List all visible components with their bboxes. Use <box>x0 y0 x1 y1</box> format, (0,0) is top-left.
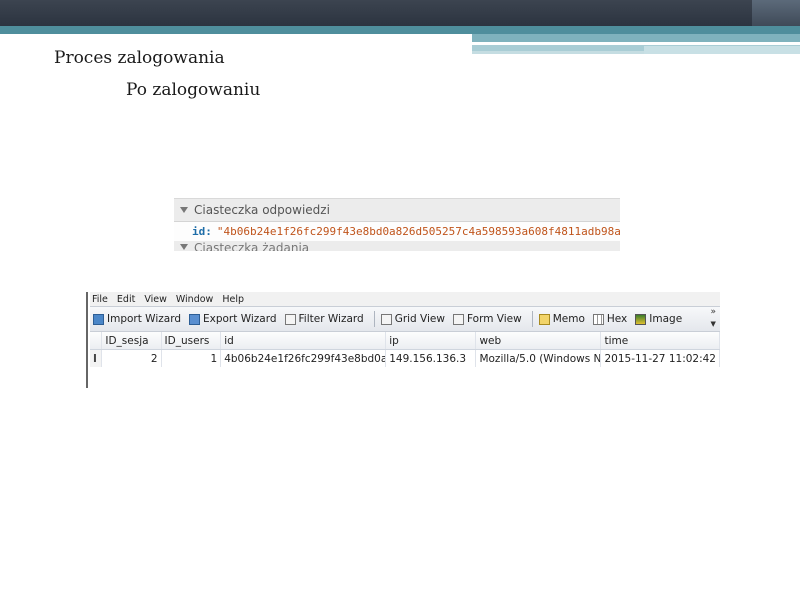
filter-wizard-label: Filter Wizard <box>298 313 364 325</box>
menu-help[interactable]: Help <box>222 294 244 305</box>
toolbar-separator <box>531 311 533 327</box>
form-view-button[interactable]: Form View <box>452 313 522 325</box>
overflow-chevron-icon: » <box>710 307 716 317</box>
expand-triangle-icon[interactable] <box>180 244 188 250</box>
cell-id-sesja[interactable]: 2 <box>101 349 162 367</box>
top-banner <box>0 0 800 26</box>
memo-button[interactable]: Memo <box>538 313 585 325</box>
row-cursor-marker: I <box>90 349 103 367</box>
cookie-value: "4b06b24e1f26fc299f43e8bd0a826d505257c4a… <box>216 225 620 238</box>
hex-label: Hex <box>606 313 628 325</box>
database-tool-window: File Edit View Window Help Import Wizard… <box>86 292 720 388</box>
cookies-panel: Ciasteczka odpowiedzi id: "4b06b24e1f26f… <box>174 198 620 251</box>
column-header-id-sesja[interactable]: ID_sesja <box>101 332 162 350</box>
import-wizard-label: Import Wizard <box>107 313 181 325</box>
column-header-web[interactable]: web <box>475 332 602 350</box>
menu-window[interactable]: Window <box>176 294 213 305</box>
cell-id-users[interactable]: 1 <box>161 349 222 367</box>
cookie-row[interactable]: id: "4b06b24e1f26fc299f43e8bd0a826d50525… <box>174 222 620 241</box>
memo-label: Memo <box>552 313 585 325</box>
export-wizard-label: Export Wizard <box>203 313 277 325</box>
banner-stripe <box>644 46 800 54</box>
request-cookies-label: Ciasteczka żądania <box>194 241 310 251</box>
toolbar-separator <box>373 311 375 327</box>
table-row[interactable]: I 2 1 4b06b24e1f26fc299f43e8bd0a826d50! … <box>90 349 720 367</box>
column-header-id-users[interactable]: ID_users <box>161 332 222 350</box>
menu-view[interactable]: View <box>144 294 167 305</box>
slide-title: Proces zalogowania <box>54 48 225 68</box>
overflow-dropdown-icon: ▼ <box>710 320 716 328</box>
form-view-label: Form View <box>466 313 522 325</box>
cookie-key: id: <box>192 225 212 238</box>
banner-stripe <box>0 26 800 34</box>
export-icon <box>189 313 200 325</box>
response-cookies-label: Ciasteczka odpowiedzi <box>194 203 330 217</box>
import-wizard-button[interactable]: Import Wizard <box>93 313 181 325</box>
grid-view-icon <box>380 313 392 325</box>
image-icon <box>635 313 647 325</box>
column-header-ip[interactable]: ip <box>385 332 477 350</box>
memo-icon <box>538 313 550 325</box>
toolbar-overflow-button[interactable]: » ▼ <box>710 308 716 329</box>
column-header-time[interactable]: time <box>600 332 720 350</box>
column-header-id[interactable]: id <box>220 332 387 350</box>
response-cookies-header[interactable]: Ciasteczka odpowiedzi <box>174 199 620 222</box>
export-wizard-button[interactable]: Export Wizard <box>189 313 277 325</box>
import-icon <box>93 313 104 325</box>
request-cookies-header[interactable]: Ciasteczka żądania <box>174 241 620 251</box>
menu-bar: File Edit View Window Help <box>90 292 720 306</box>
banner-stripe <box>472 51 644 54</box>
form-view-icon <box>452 313 464 325</box>
row-marker-header <box>90 332 103 350</box>
grid-header-row: ID_sesja ID_users id ip web time <box>90 332 720 350</box>
filter-icon <box>284 313 296 325</box>
image-button[interactable]: Image <box>635 313 682 325</box>
banner-accent <box>752 0 800 26</box>
cell-time[interactable]: 2015-11-27 11:02:42 <box>600 349 720 367</box>
cell-ip[interactable]: 149.156.136.3 <box>385 349 477 367</box>
slide-subtitle: Po zalogowaniu <box>126 80 261 100</box>
cell-web[interactable]: Mozilla/5.0 (Windows NT 6. <box>475 349 602 367</box>
toolbar: Import Wizard Export Wizard Filter Wizar… <box>90 306 720 332</box>
filter-wizard-button[interactable]: Filter Wizard <box>284 313 364 325</box>
menu-edit[interactable]: Edit <box>117 294 135 305</box>
data-grid: ID_sesja ID_users id ip web time I 2 1 4… <box>90 332 720 367</box>
menu-file[interactable]: File <box>92 294 108 305</box>
window-edge <box>86 292 88 388</box>
grid-view-label: Grid View <box>394 313 445 325</box>
hex-icon <box>592 313 604 325</box>
grid-view-button[interactable]: Grid View <box>380 313 445 325</box>
banner-stripe <box>472 34 800 42</box>
expand-triangle-icon[interactable] <box>180 207 188 213</box>
cell-id[interactable]: 4b06b24e1f26fc299f43e8bd0a826d50! <box>220 349 387 367</box>
image-label: Image <box>649 313 683 325</box>
hex-button[interactable]: Hex <box>592 313 628 325</box>
